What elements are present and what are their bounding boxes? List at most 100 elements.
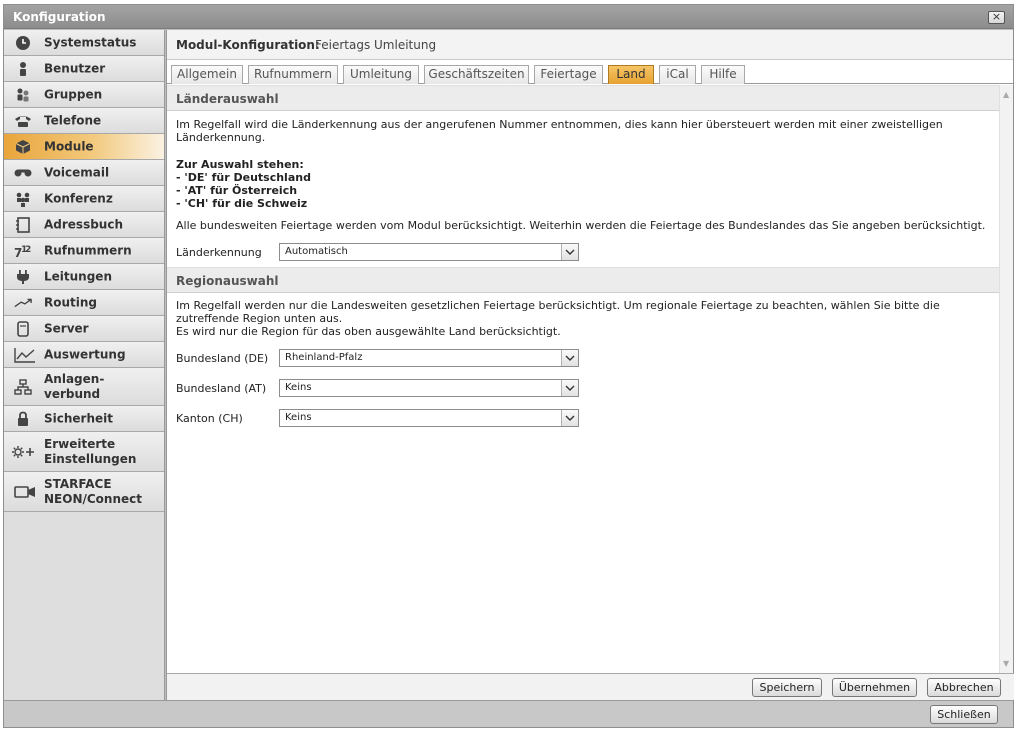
tab-allgemein[interactable]: Allgemein — [171, 65, 243, 84]
regionauswahl-intro: Im Regelfall werden nur die Landesweiten… — [176, 299, 940, 325]
plug-icon — [14, 268, 32, 286]
sidebar-item-erweiterte-einstellungen[interactable]: Erweiterte Einstellungen — [4, 432, 164, 472]
sidebar-item-rufnummern[interactable]: 712 Rufnummern — [4, 238, 164, 264]
voicemail-icon — [14, 164, 32, 182]
tab-bar: Allgemein Rufnummern Umleitung Geschäfts… — [167, 60, 1013, 84]
sidebar-item-label: Telefone — [44, 113, 102, 127]
tab-land[interactable]: Land — [608, 65, 654, 84]
cancel-button[interactable]: Abbrechen — [927, 678, 1001, 697]
sidebar-item-telefone[interactable]: Telefone — [4, 108, 164, 134]
sidebar-item-auswertung[interactable]: Auswertung — [4, 342, 164, 368]
tab-geschaeftszeiten[interactable]: Geschäftszeiten — [424, 65, 529, 84]
sidebar-item-sicherheit[interactable]: Sicherheit — [4, 406, 164, 432]
chart-icon — [14, 346, 36, 364]
network-icon — [14, 378, 32, 396]
module-config-label: Modul-Konfiguration: — [176, 38, 320, 52]
land-settings-area: Länderauswahl Im Regelfall wird die Länd… — [167, 85, 999, 673]
section-title: Regionauswahl — [176, 274, 279, 288]
scroll-up-icon[interactable]: ▲ — [1003, 90, 1009, 99]
section-regionauswahl: Regionauswahl — [167, 267, 999, 293]
sidebar-item-label: Benutzer — [44, 61, 106, 75]
lock-icon — [14, 410, 32, 428]
sidebar-item-systemstatus[interactable]: Systemstatus — [4, 30, 164, 56]
bundesland-at-select[interactable]: Keins — [279, 379, 579, 397]
regionauswahl-note: Es wird nur die Region für das oben ausg… — [176, 325, 561, 338]
sidebar-item-benutzer[interactable]: Benutzer — [4, 56, 164, 82]
sidebar-item-label: Erweiterte Einstellungen — [44, 436, 137, 466]
window-titlebar: Konfiguration × — [4, 5, 1013, 29]
tab-feiertage[interactable]: Feiertage — [534, 65, 603, 84]
server-icon — [14, 320, 32, 338]
sidebar-item-konferenz[interactable]: Konferenz — [4, 186, 164, 212]
sidebar-item-gruppen[interactable]: Gruppen — [4, 82, 164, 108]
save-button[interactable]: Speichern — [752, 678, 822, 697]
module-name: Feiertags Umleitung — [315, 38, 437, 52]
sidebar-item-server[interactable]: Server — [4, 316, 164, 342]
section-laenderauswahl: Länderauswahl — [167, 85, 999, 111]
sidebar-item-label: STARFACE NEON/Connect — [44, 476, 142, 506]
laenderkennung-select[interactable]: Automatisch — [279, 243, 579, 261]
sidebar-item-adressbuch[interactable]: Adressbuch — [4, 212, 164, 238]
chevron-down-icon[interactable] — [561, 350, 578, 366]
sidebar-item-label: Konferenz — [44, 191, 113, 205]
sidebar-item-label: Adressbuch — [44, 217, 124, 231]
select-value: Keins — [285, 382, 312, 393]
sidebar-item-label: Server — [44, 321, 89, 335]
sidebar-item-routing[interactable]: Routing — [4, 290, 164, 316]
select-value: Rheinland-Pfalz — [285, 352, 363, 363]
sidebar-item-anlagenverbund[interactable]: Anlagen- verbund — [4, 368, 164, 406]
sidebar-item-label: Systemstatus — [44, 35, 137, 49]
module-config-panel: Modul-Konfiguration: Feiertags Umleitung… — [166, 30, 1014, 700]
sidebar-item-label: Leitungen — [44, 269, 112, 283]
sidebar-item-module[interactable]: Module — [4, 134, 164, 160]
select-value: Keins — [285, 412, 312, 423]
bundesland-de-select[interactable]: Rheinland-Pfalz — [279, 349, 579, 367]
kanton-ch-select[interactable]: Keins — [279, 409, 579, 427]
apply-button[interactable]: Übernehmen — [832, 678, 917, 697]
addressbook-icon — [14, 216, 32, 234]
option-at: - 'AT' für Österreich — [176, 184, 298, 197]
window-title: Konfiguration — [13, 10, 106, 24]
configuration-window: Konfiguration × Systemstatus Benutzer Gr… — [3, 4, 1014, 728]
sidebar-item-label: Auswertung — [44, 347, 126, 361]
sidebar: Systemstatus Benutzer Gruppen Telefone M… — [4, 30, 165, 700]
settings-plus-icon — [11, 443, 35, 461]
kanton-ch-label: Kanton (CH) — [176, 412, 243, 425]
conference-icon — [14, 190, 32, 208]
close-button[interactable]: Schließen — [930, 705, 998, 724]
bundesland-de-label: Bundesland (DE) — [176, 352, 269, 365]
sidebar-item-label: Anlagen- verbund — [44, 371, 105, 401]
tab-umleitung[interactable]: Umleitung — [343, 65, 419, 84]
group-icon — [14, 86, 32, 104]
module-config-header: Modul-Konfiguration: Feiertags Umleitung — [167, 30, 1013, 60]
sidebar-item-voicemail[interactable]: Voicemail — [4, 160, 164, 186]
window-close-button[interactable]: × — [988, 11, 1005, 24]
sidebar-item-label: Routing — [44, 295, 98, 309]
sidebar-item-starface-neon-connect[interactable]: STARFACE NEON/Connect — [4, 472, 164, 512]
laenderkennung-label: Länderkennung — [176, 246, 262, 259]
tab-ical[interactable]: iCal — [659, 65, 696, 84]
tab-rufnummern[interactable]: Rufnummern — [248, 65, 338, 84]
section-title: Länderauswahl — [176, 92, 279, 106]
scroll-down-icon[interactable]: ▼ — [1003, 659, 1009, 668]
routing-icon — [14, 294, 32, 312]
chevron-down-icon[interactable] — [561, 410, 578, 426]
sidebar-item-label: Voicemail — [44, 165, 110, 179]
options-title: Zur Auswahl stehen: — [176, 158, 304, 171]
camera-icon — [14, 483, 36, 501]
option-ch: - 'CH' für die Schweiz — [176, 197, 308, 210]
chevron-down-icon[interactable] — [561, 380, 578, 396]
svg-text:2: 2 — [25, 245, 31, 255]
vertical-scrollbar[interactable]: ▲ ▼ — [999, 85, 1013, 673]
tab-hilfe[interactable]: Hilfe — [701, 65, 745, 84]
option-de: - 'DE' für Deutschland — [176, 171, 311, 184]
chevron-down-icon[interactable] — [561, 244, 578, 260]
sidebar-item-label: Sicherheit — [44, 411, 113, 425]
user-icon — [14, 60, 32, 78]
sidebar-item-leitungen[interactable]: Leitungen — [4, 264, 164, 290]
sidebar-item-label: Gruppen — [44, 87, 103, 101]
laenderauswahl-note: Alle bundesweiten Feiertage werden vom M… — [176, 219, 986, 232]
cube-icon — [14, 138, 32, 156]
sidebar-item-label: Module — [44, 139, 94, 153]
numbers-icon: 712 — [14, 242, 32, 260]
